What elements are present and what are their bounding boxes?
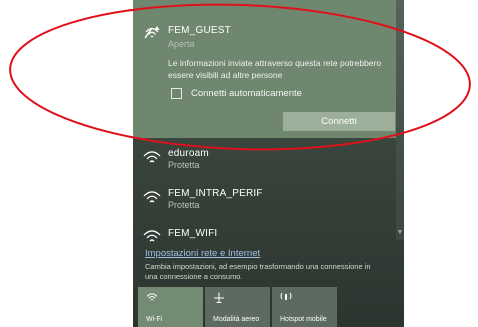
list-item[interactable]: eduroam Protetta — [133, 142, 396, 180]
network-status: Aperta — [168, 39, 195, 49]
network-name: FEM_INTRA_PERIF — [168, 188, 263, 199]
wifi-icon — [143, 151, 161, 163]
open-wifi-icon — [144, 26, 160, 39]
scrollbar[interactable] — [396, 0, 404, 240]
auto-connect-label: Connetti automaticamente — [191, 88, 302, 99]
network-name: FEM_WIFI — [168, 228, 218, 239]
wifi-icon — [143, 191, 161, 203]
quick-action-airplane[interactable]: Modalità aereo — [205, 287, 270, 327]
airplane-icon — [214, 292, 224, 303]
auto-connect-checkbox[interactable] — [171, 88, 182, 99]
wifi-icon — [143, 230, 161, 242]
network-name: FEM_GUEST — [168, 25, 231, 36]
list-item[interactable]: FEM_WIFI — [133, 222, 396, 244]
scroll-down-arrow-icon[interactable]: ▼ — [396, 228, 404, 238]
quick-action-label: Wi-Fi — [146, 316, 163, 323]
quick-action-wifi[interactable]: Wi-Fi — [138, 287, 203, 327]
network-settings-link[interactable]: Impostazioni rete e Internet — [145, 248, 260, 259]
network-item-selected[interactable]: FEM_GUEST Aperta Le informazioni inviate… — [133, 0, 396, 138]
network-status: Protetta — [168, 160, 200, 170]
quick-action-label: Modalità aereo — [213, 316, 260, 323]
wifi-icon — [146, 293, 158, 301]
quick-action-label: Hotspot mobile — [280, 316, 327, 323]
list-item[interactable]: FEM_INTRA_PERIF Protetta — [133, 182, 396, 220]
hotspot-icon — [280, 292, 292, 300]
network-status: Protetta — [168, 200, 200, 210]
network-name: eduroam — [168, 148, 209, 159]
connect-button[interactable]: Connetti — [283, 112, 395, 131]
network-settings-description: Cambia impostazioni, ad esempio trasform… — [145, 262, 371, 281]
quick-action-hotspot[interactable]: Hotspot mobile — [272, 287, 337, 327]
security-warning: Le informazioni inviate attraverso quest… — [168, 58, 382, 80]
wifi-flyout-panel: ▼ FEM_GUEST Aperta Le informazioni invia… — [133, 0, 404, 327]
